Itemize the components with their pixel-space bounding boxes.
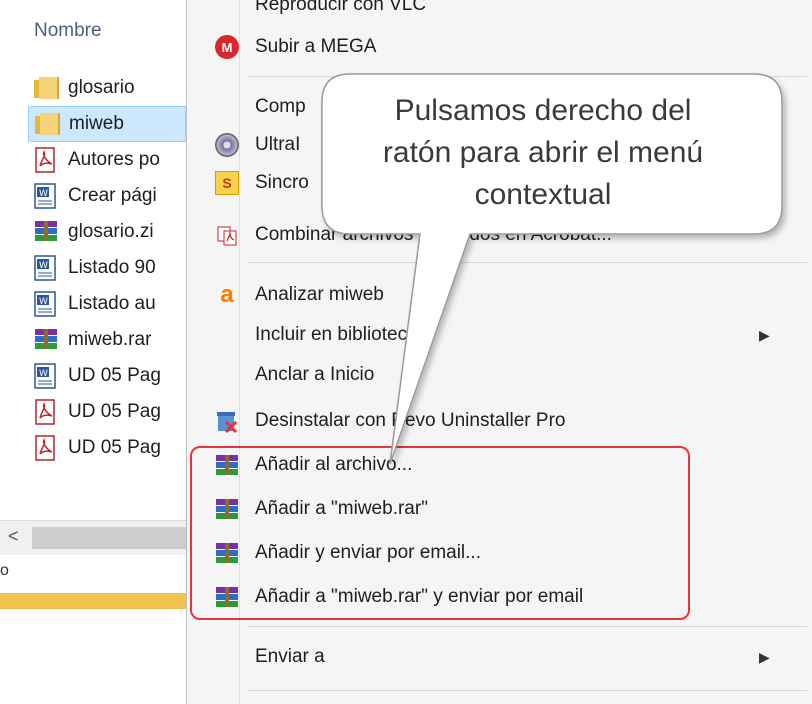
file-name: UD 05 Pag bbox=[68, 437, 161, 458]
file-row[interactable]: Autores po bbox=[28, 142, 186, 178]
callout-line: ratón para abrir el menú bbox=[382, 136, 704, 169]
revo-uninstaller-icon bbox=[215, 409, 239, 434]
menu-item-label: Combinar archivos admitidos en Acrobat..… bbox=[255, 224, 612, 245]
file-name: Listado 90 bbox=[68, 257, 156, 278]
svg-text:W: W bbox=[39, 261, 48, 271]
menu-item-label: Subir a MEGA bbox=[255, 36, 377, 57]
acrobat-icon bbox=[215, 223, 239, 247]
svg-text:W: W bbox=[39, 369, 48, 379]
winrar-icon bbox=[215, 453, 239, 477]
pdf-icon bbox=[32, 398, 60, 426]
callout-line: Pulsamos derecho del bbox=[394, 94, 692, 127]
menu-separator bbox=[247, 262, 807, 263]
menu-item-label: Añadir y enviar por email... bbox=[255, 542, 481, 563]
mega-icon: M bbox=[215, 35, 239, 59]
pdf-icon bbox=[32, 434, 60, 462]
menu-item-combinar-acrobat[interactable]: Combinar archivos admitidos en Acrobat..… bbox=[187, 216, 812, 254]
scrollbar-thumb[interactable] bbox=[32, 527, 186, 549]
menu-item-label: Añadir a "miweb.rar" y enviar por email bbox=[255, 586, 584, 607]
submenu-arrow-icon: ▶ bbox=[759, 327, 770, 343]
menu-separator bbox=[247, 76, 807, 77]
menu-item-label: UltraI bbox=[255, 134, 301, 155]
menu-item-label: Añadir al archivo... bbox=[255, 454, 413, 475]
file-row[interactable]: W Crear pági bbox=[28, 178, 186, 214]
word-doc-icon: W bbox=[32, 290, 60, 318]
menu-item-label: Analizar miweb bbox=[255, 284, 384, 305]
menu-item-label: Reproducir con VLC bbox=[255, 0, 427, 15]
submenu-arrow-icon: ▶ bbox=[759, 649, 770, 665]
winrar-icon bbox=[215, 585, 239, 609]
menu-separator bbox=[247, 626, 807, 627]
file-name: Listado au bbox=[68, 293, 156, 314]
file-row[interactable]: W UD 05 Pag bbox=[28, 358, 186, 394]
svg-text:W: W bbox=[39, 297, 48, 307]
winrar-icon bbox=[215, 541, 239, 565]
menu-item-label: Enviar a bbox=[255, 646, 325, 667]
file-row-miweb[interactable]: miweb bbox=[28, 106, 186, 142]
avast-icon: a bbox=[220, 281, 234, 308]
file-row[interactable]: UD 05 Pag bbox=[28, 430, 186, 466]
file-row-glosario[interactable]: glosario bbox=[28, 70, 186, 106]
menu-item-anadir-enviar-email[interactable]: Añadir y enviar por email... bbox=[187, 534, 812, 572]
file-name: Crear pági bbox=[68, 185, 157, 206]
menu-item-enviar-a[interactable]: Enviar a ▶ bbox=[187, 638, 812, 676]
pdf-icon bbox=[32, 146, 60, 174]
menu-item-subir-mega[interactable]: M Subir a MEGA bbox=[187, 28, 812, 66]
disc-icon bbox=[215, 133, 239, 157]
scroll-left-button[interactable]: < bbox=[8, 526, 19, 547]
file-explorer-pane: Nombre glosario miweb Autores po W Crear… bbox=[0, 0, 186, 704]
word-doc-icon: W bbox=[32, 254, 60, 282]
file-row[interactable]: W Listado 90 bbox=[28, 250, 186, 286]
callout-text: Pulsamos derecho del ratón para abrir el… bbox=[318, 90, 768, 216]
menu-item-anclar-inicio[interactable]: Anclar a Inicio bbox=[187, 356, 812, 394]
menu-item-label: Desinstalar con Revo Uninstaller Pro bbox=[255, 410, 566, 431]
menu-item-anadir-miweb-rar-enviar-email[interactable]: Añadir a "miweb.rar" y enviar por email bbox=[187, 578, 812, 616]
word-doc-icon: W bbox=[32, 362, 60, 390]
winrar-icon bbox=[215, 497, 239, 521]
callout-line: contextual bbox=[474, 178, 612, 211]
file-name: UD 05 Pag bbox=[68, 365, 161, 386]
status-glyph: o bbox=[0, 562, 9, 579]
taskbar-strip bbox=[0, 593, 186, 609]
menu-item-incluir-biblioteca[interactable]: Incluir en biblioteca ▶ bbox=[187, 316, 812, 354]
file-row[interactable]: W Listado au bbox=[28, 286, 186, 322]
menu-item-label: Añadir a "miweb.rar" bbox=[255, 498, 428, 519]
file-row[interactable]: miweb.rar bbox=[28, 322, 186, 358]
folder-icon bbox=[32, 74, 60, 102]
file-name: glosario.zi bbox=[68, 221, 154, 242]
file-row[interactable]: glosario.zi bbox=[28, 214, 186, 250]
file-name: glosario bbox=[68, 77, 135, 98]
menu-item-desinstalar-revo[interactable]: Desinstalar con Revo Uninstaller Pro bbox=[187, 402, 812, 440]
menu-item-reproducir-vlc[interactable]: Reproducir con VLC bbox=[187, 0, 812, 24]
folder-icon bbox=[33, 110, 61, 138]
file-row[interactable]: UD 05 Pag bbox=[28, 394, 186, 430]
file-name: miweb.rar bbox=[68, 329, 152, 350]
winrar-archive-icon bbox=[32, 218, 60, 246]
menu-item-label: Incluir en biblioteca bbox=[255, 324, 418, 345]
menu-separator bbox=[247, 690, 807, 691]
file-name: UD 05 Pag bbox=[68, 401, 161, 422]
word-doc-icon: W bbox=[32, 182, 60, 210]
svg-text:W: W bbox=[39, 189, 48, 199]
menu-item-anadir-miweb-rar[interactable]: Añadir a "miweb.rar" bbox=[187, 490, 812, 528]
menu-item-analizar-avast[interactable]: a Analizar miweb bbox=[187, 276, 812, 314]
menu-item-anadir-archivo[interactable]: Añadir al archivo... bbox=[187, 446, 812, 484]
menu-item-label: Sincro bbox=[255, 172, 309, 193]
sync-icon: S bbox=[215, 171, 239, 195]
file-name: miweb bbox=[69, 113, 124, 134]
menu-item-label: Comp bbox=[255, 96, 306, 117]
menu-item-label: Anclar a Inicio bbox=[255, 364, 375, 385]
column-header-name[interactable]: Nombre bbox=[34, 20, 102, 42]
horizontal-scrollbar[interactable]: < bbox=[0, 520, 186, 555]
winrar-archive-icon bbox=[32, 326, 60, 354]
file-name: Autores po bbox=[68, 149, 160, 170]
